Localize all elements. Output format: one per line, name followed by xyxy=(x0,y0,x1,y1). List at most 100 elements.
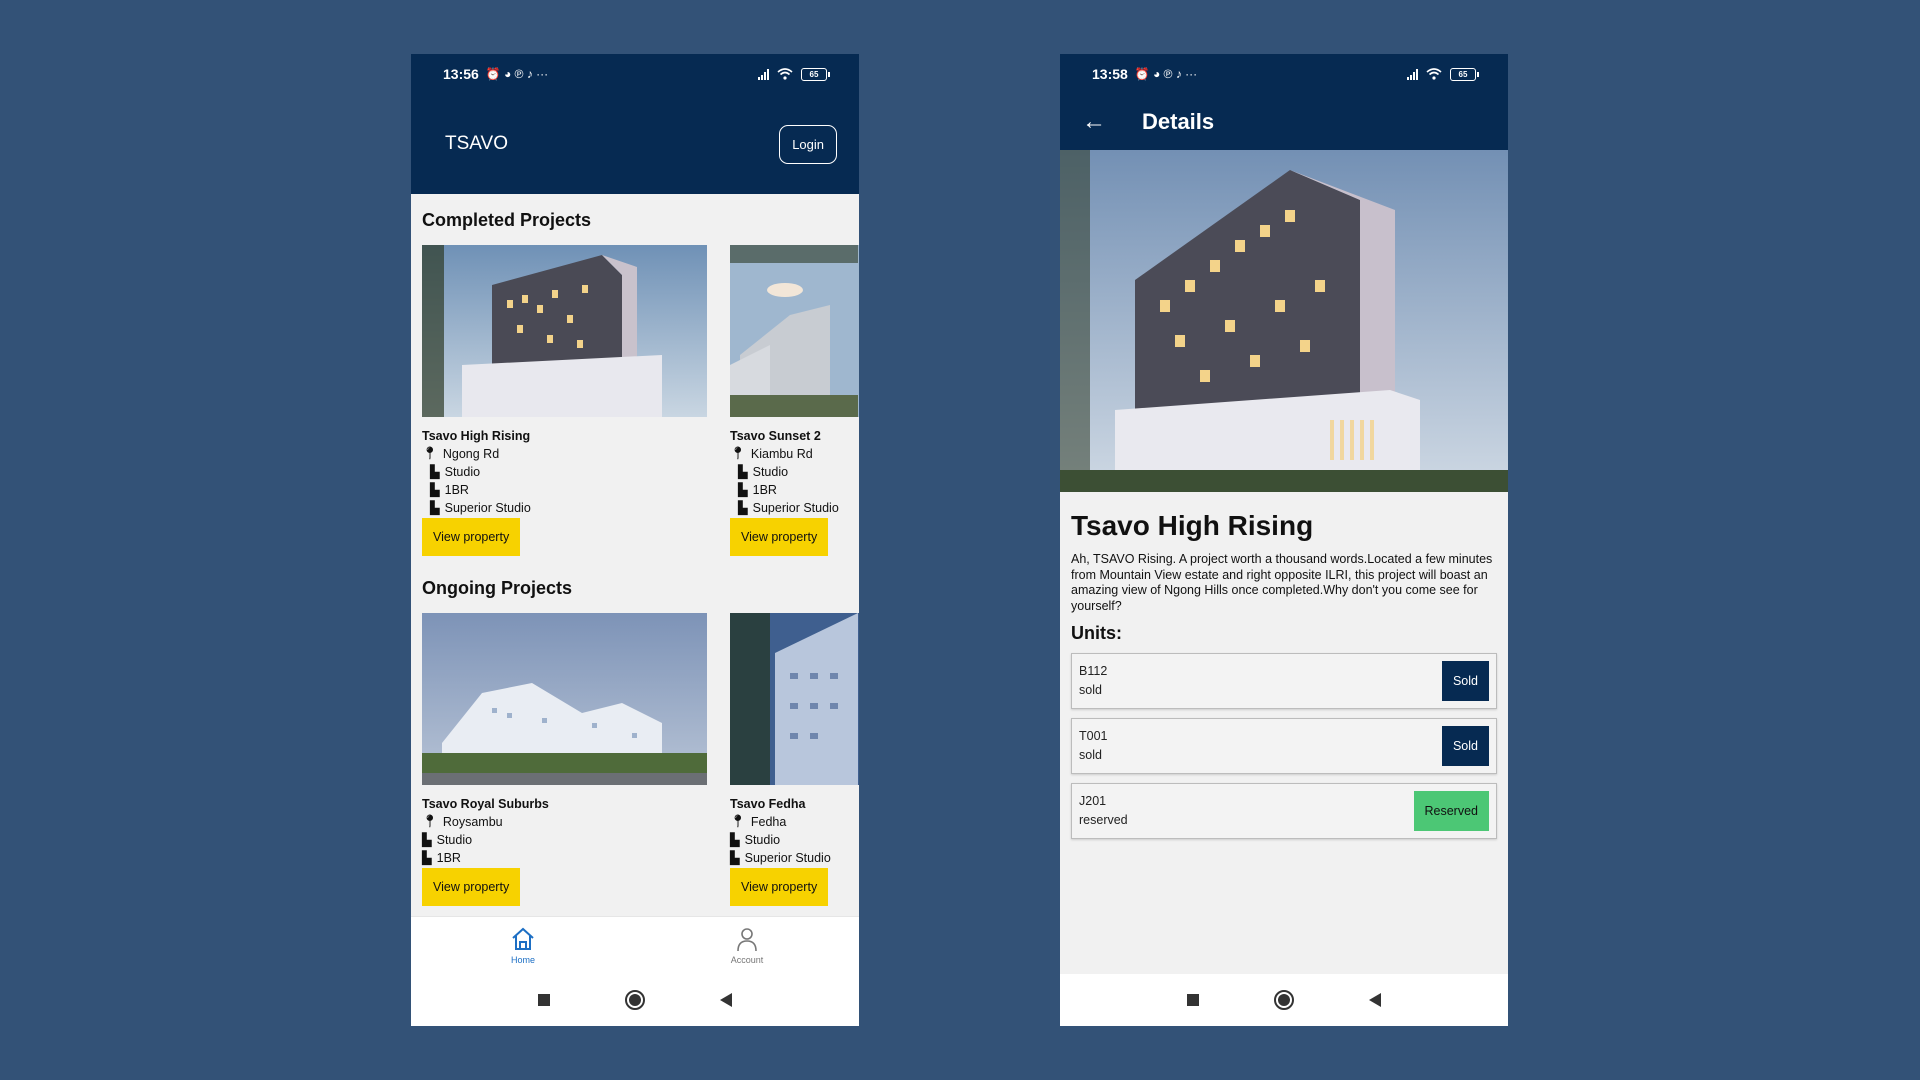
recents-icon[interactable] xyxy=(538,994,550,1006)
unit-status-button[interactable]: Sold xyxy=(1441,725,1489,766)
unit-status-button[interactable]: Reserved xyxy=(1413,790,1489,831)
wifi-icon xyxy=(1426,68,1442,80)
status-bar: 13:56 ⏰ ◕ ℗ ♪ ··· 65 xyxy=(411,54,859,94)
project-card[interactable]: Tsavo Sunset 2 📍︎ Kiambu Rd ▙ Studio ▙ 1BR … xyxy=(730,245,859,556)
property-description: Ah, TSAVO Rising. A project worth a thou… xyxy=(1071,552,1493,613)
notification-icons: ⏰ ◕ ℗ ♪ ··· xyxy=(485,67,549,81)
unit-type: ▙ Studio xyxy=(738,464,789,480)
view-property-button[interactable]: View property xyxy=(730,518,829,556)
location-pin-icon: 📍︎ xyxy=(422,446,438,460)
unit-type: ▙ 1BR xyxy=(738,482,777,498)
unit-state: sold xyxy=(1079,747,1102,762)
ongoing-projects-list[interactable]: Tsavo Royal Suburbs 📍︎ Roysambu ▙ Studio ▙… xyxy=(411,599,859,906)
brand-title: TSAVO xyxy=(445,133,508,154)
project-card[interactable]: Tsavo Fedha 📍︎ Fedha ▙ Studio ▙ Superior St… xyxy=(730,613,859,906)
recents-icon[interactable] xyxy=(1187,994,1199,1006)
unit-code: B112 xyxy=(1079,664,1108,679)
back-arrow-icon[interactable]: ← xyxy=(1082,108,1122,136)
project-location: 📍︎ Kiambu Rd xyxy=(730,446,813,461)
unit-type: ▙ Superior Studio xyxy=(738,500,839,516)
building-icon: ▙ xyxy=(430,465,440,479)
view-property-button[interactable]: View property xyxy=(422,518,521,556)
building-icon: ▙ xyxy=(738,483,748,497)
login-button[interactable]: Login xyxy=(779,124,837,164)
building-icon: ▙ xyxy=(730,833,740,847)
view-property-button[interactable]: View property xyxy=(422,868,521,906)
location-pin-icon: 📍︎ xyxy=(730,814,746,828)
project-location: 📍︎ Ngong Rd xyxy=(422,446,500,461)
page-title: Details xyxy=(1142,109,1215,134)
details-screen: 13:58 ⏰ ◕ ℗ ♪ ··· 65 ← Details Tsavo Hig… xyxy=(1060,54,1508,1026)
view-property-button[interactable]: View property xyxy=(730,868,829,906)
back-system-icon[interactable] xyxy=(1369,993,1381,1007)
back-system-icon[interactable] xyxy=(720,993,732,1007)
project-image xyxy=(422,245,707,417)
home-icon xyxy=(512,927,534,950)
nav-home-label: Home xyxy=(510,955,535,965)
bottom-navigation: Home Account xyxy=(411,916,859,974)
project-card[interactable]: Tsavo High Rising 📍︎ Ngong Rd ▙ Studio ▙ 1B… xyxy=(422,245,707,556)
project-name: Tsavo Sunset 2 xyxy=(730,429,821,443)
wifi-icon xyxy=(777,68,793,80)
details-body: Tsavo High Rising Ah, TSAVO Rising. A pr… xyxy=(1060,492,1508,839)
project-name: Tsavo High Rising xyxy=(422,429,531,443)
unit-type: ▙ 1BR xyxy=(422,850,461,866)
project-image xyxy=(730,613,859,785)
details-header: ← Details xyxy=(1060,94,1508,150)
account-icon xyxy=(737,928,757,952)
location-pin-icon: 📍︎ xyxy=(730,446,746,460)
status-time: 13:56 xyxy=(443,66,479,82)
project-name: Tsavo Fedha xyxy=(730,797,806,811)
building-icon: ▙ xyxy=(422,833,432,847)
building-icon: ▙ xyxy=(730,851,740,865)
unit-code: J201 xyxy=(1079,794,1107,809)
unit-row: J201 reserved Reserved xyxy=(1071,782,1497,839)
completed-projects-title: Completed Projects xyxy=(422,210,592,230)
unit-type: ▙ Studio xyxy=(730,832,781,848)
project-location: 📍︎ Fedha xyxy=(730,814,787,829)
units-heading: Units: xyxy=(1071,622,1122,643)
project-image xyxy=(730,245,859,417)
unit-state: reserved xyxy=(1079,812,1128,827)
home-system-icon[interactable] xyxy=(625,990,645,1010)
building-icon: ▙ xyxy=(738,501,748,515)
building-icon: ▙ xyxy=(738,465,748,479)
unit-type: ▙ Studio xyxy=(430,464,481,480)
unit-type: ▙ Superior Studio xyxy=(430,500,531,516)
property-name: Tsavo High Rising xyxy=(1071,510,1314,541)
nav-account-label: Account xyxy=(730,955,764,965)
building-icon: ▙ xyxy=(430,501,440,515)
completed-projects-list[interactable]: Tsavo High Rising 📍︎ Ngong Rd ▙ Studio ▙ 1B… xyxy=(411,231,859,556)
system-navigation-bar xyxy=(411,974,859,1026)
unit-code: T001 xyxy=(1079,729,1108,744)
unit-row: B112 sold Sold xyxy=(1071,652,1497,709)
unit-row: T001 sold Sold xyxy=(1071,717,1497,774)
home-system-icon[interactable] xyxy=(1274,990,1294,1010)
signal-icon xyxy=(1407,68,1418,80)
nav-home[interactable]: Home xyxy=(411,917,635,974)
unit-state: sold xyxy=(1079,682,1102,697)
home-screen: 13:56 ⏰ ◕ ℗ ♪ ··· 65 TSAVO Login Complet… xyxy=(411,54,859,1026)
ongoing-projects-title: Ongoing Projects xyxy=(422,578,573,598)
location-pin-icon: 📍︎ xyxy=(422,814,438,828)
battery-icon: 65 xyxy=(1450,67,1479,81)
project-card[interactable]: Tsavo Royal Suburbs 📍︎ Roysambu ▙ Studio ▙… xyxy=(422,613,707,906)
nav-account[interactable]: Account xyxy=(635,917,859,974)
project-image xyxy=(422,613,707,785)
property-hero-image xyxy=(1060,150,1508,492)
building-icon: ▙ xyxy=(430,483,440,497)
building-icon: ▙ xyxy=(422,851,432,865)
status-time: 13:58 xyxy=(1092,66,1128,82)
unit-status-button[interactable]: Sold xyxy=(1441,660,1489,701)
notification-icons: ⏰ ◕ ℗ ♪ ··· xyxy=(1134,67,1198,81)
signal-icon xyxy=(758,68,769,80)
status-bar: 13:58 ⏰ ◕ ℗ ♪ ··· 65 xyxy=(1060,54,1508,94)
system-navigation-bar xyxy=(1060,974,1508,1026)
project-location: 📍︎ Roysambu xyxy=(422,814,503,829)
app-header: TSAVO Login xyxy=(411,94,859,194)
unit-type: ▙ Studio xyxy=(422,832,473,848)
battery-icon: 65 xyxy=(801,67,830,81)
unit-type: ▙ Superior Studio xyxy=(730,850,831,866)
unit-type: ▙ 1BR xyxy=(430,482,469,498)
project-name: Tsavo Royal Suburbs xyxy=(422,797,549,811)
